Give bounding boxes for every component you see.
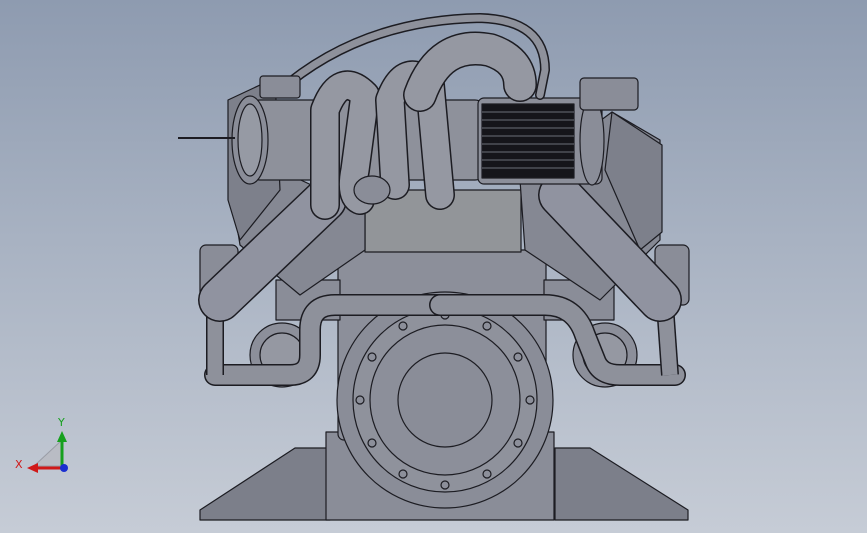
y-axis-arrow	[57, 431, 67, 442]
x-axis-arrow	[27, 463, 38, 473]
triad-axes: Y X	[15, 416, 68, 473]
x-axis-label: X	[15, 458, 23, 471]
triad-plane	[32, 438, 63, 467]
y-axis-label: Y	[57, 416, 65, 429]
z-axis-dot	[60, 464, 68, 472]
coordinate-triad: Y X	[15, 416, 68, 473]
